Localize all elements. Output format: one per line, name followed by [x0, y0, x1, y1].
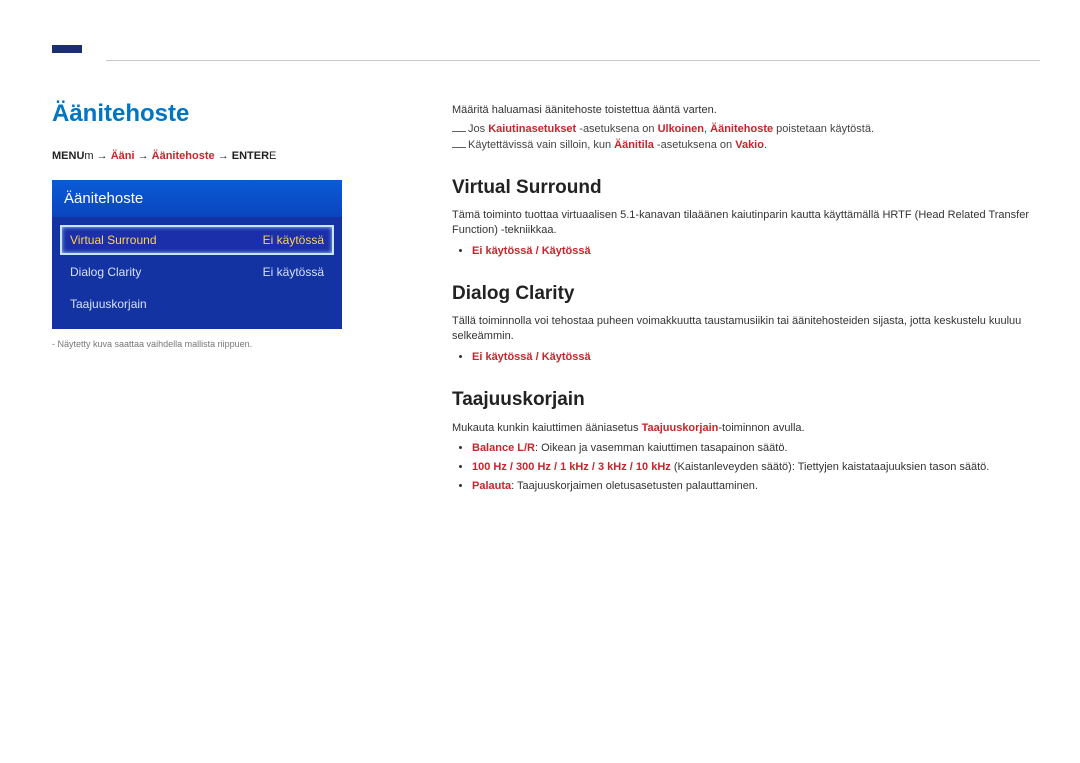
menu-row-dialog-clarity[interactable]: Dialog Clarity Ei käytössä [60, 257, 334, 287]
menu-row-label: Taajuuskorjain [70, 297, 147, 311]
breadcrumb-arrow3: → [218, 150, 232, 162]
note2-k2: Vakio [735, 139, 764, 151]
footnote-dash: - [52, 339, 55, 349]
eq-fs4: / [627, 461, 636, 473]
note2-k1: Äänitila [614, 139, 654, 151]
eq-f1: 100 Hz [472, 461, 507, 473]
eq-list: Balance L/R: Oikean ja vasemman kaiuttim… [464, 441, 1042, 494]
eq-para: Mukauta kunkin kaiuttimen ääniasetus Taa… [452, 421, 1042, 436]
eq-balance-key: Balance L/R [472, 442, 535, 454]
left-column: Äänitehoste MENUm → Ääni → Äänitehoste →… [52, 100, 352, 349]
vs-opt-on: Käytössä [542, 245, 591, 257]
eq-reset-key: Palauta [472, 480, 511, 492]
eq-fs2: / [551, 461, 560, 473]
eq-reset: Palauta: Taajuuskorjaimen oletusasetuste… [472, 479, 1042, 494]
osd-menu-panel: Äänitehoste Virtual Surround Ei käytössä… [52, 180, 342, 329]
breadcrumb-arrow2: → [138, 150, 152, 162]
breadcrumb-seg1: Ääni [111, 150, 135, 162]
dc-options: Ei käytössä / Käytössä [464, 350, 1042, 365]
eq-balance-txt: : Oikean ja vasemman kaiuttimen tasapain… [535, 442, 788, 454]
eq-para-post: -toiminnon avulla. [718, 422, 804, 434]
vs-opt-off: Ei käytössä [472, 245, 533, 257]
note1-mid1: -asetuksena on [576, 123, 657, 135]
breadcrumb-e: E [269, 150, 276, 162]
vs-opt-slash: / [533, 245, 542, 257]
header-accent [52, 45, 82, 53]
note1-k1: Kaiutinasetukset [488, 123, 576, 135]
eq-ftxt: (Kaistanleveyden säätö): Tiettyjen kaist… [671, 461, 990, 473]
eq-f3: 1 kHz [560, 461, 589, 473]
note1-post: poistetaan käytöstä. [773, 123, 874, 135]
eq-fs3: / [589, 461, 598, 473]
vs-options: Ei käytössä / Käytössä [464, 244, 1042, 259]
note2-pre: Käytettävissä vain silloin, kun [468, 139, 614, 151]
menu-row-value: Ei käytössä [263, 233, 324, 247]
left-footnote: - Näytetty kuva saattaa vaihdella mallis… [52, 339, 352, 349]
menu-row-label: Virtual Surround [70, 233, 157, 247]
note-1: ― Jos Kaiutinasetukset -asetuksena on Ul… [452, 122, 1042, 137]
note-2: ― Käytettävissä vain silloin, kun Ääniti… [452, 138, 1042, 153]
breadcrumb-m: m [84, 150, 93, 162]
dc-opt-on: Käytössä [542, 351, 591, 363]
menu-row-label: Dialog Clarity [70, 265, 141, 279]
menu-row-value: Ei käytössä [263, 265, 324, 279]
breadcrumb-menu: MENU [52, 150, 84, 162]
footnote-text: Näytetty kuva saattaa vaihdella mallista… [58, 339, 253, 349]
page-title: Äänitehoste [52, 100, 352, 128]
dc-option-line: Ei käytössä / Käytössä [472, 350, 1042, 365]
breadcrumb: MENUm → Ääni → Äänitehoste → ENTERE [52, 150, 352, 162]
eq-f2: 300 Hz [516, 461, 551, 473]
osd-menu-body: Virtual Surround Ei käytössä Dialog Clar… [52, 217, 342, 329]
vs-option-line: Ei käytössä / Käytössä [472, 244, 1042, 259]
menu-row-virtual-surround[interactable]: Virtual Surround Ei käytössä [60, 225, 334, 255]
header-rule [106, 60, 1040, 61]
section-heading-dialog-clarity: Dialog Clarity [452, 281, 1042, 307]
note2-post: . [764, 139, 767, 151]
eq-reset-txt: : Taajuuskorjaimen oletusasetusten palau… [511, 480, 758, 492]
menu-row-equalizer[interactable]: Taajuuskorjain [60, 289, 334, 319]
breadcrumb-enter: ENTER [232, 150, 269, 162]
intro-line: Määritä haluamasi äänitehoste toistettua… [452, 103, 1042, 118]
right-column: Määritä haluamasi äänitehoste toistettua… [452, 103, 1042, 498]
section-heading-equalizer: Taajuuskorjain [452, 387, 1042, 413]
eq-balance: Balance L/R: Oikean ja vasemman kaiuttim… [472, 441, 1042, 456]
breadcrumb-arrow: → [97, 150, 111, 162]
eq-f4: 3 kHz [598, 461, 627, 473]
page: Äänitehoste MENUm → Ääni → Äänitehoste →… [0, 0, 1080, 763]
section-heading-virtual-surround: Virtual Surround [452, 175, 1042, 201]
note1-k3: Äänitehoste [710, 123, 773, 135]
eq-f5: 10 kHz [636, 461, 671, 473]
osd-menu-header: Äänitehoste [52, 180, 342, 217]
dc-opt-off: Ei käytössä [472, 351, 533, 363]
note2-mid: -asetuksena on [654, 139, 735, 151]
vs-para: Tämä toiminto tuottaa virtuaalisen 5.1-k… [452, 208, 1042, 238]
eq-fs1: / [507, 461, 516, 473]
breadcrumb-seg2: Äänitehoste [152, 150, 215, 162]
note1-k2: Ulkoinen [658, 123, 704, 135]
note-dash-icon: ― [452, 123, 466, 137]
eq-para-key: Taajuuskorjain [642, 422, 719, 434]
note-dash-icon: ― [452, 139, 466, 153]
note1-pre: Jos [468, 123, 488, 135]
eq-freq: 100 Hz / 300 Hz / 1 kHz / 3 kHz / 10 kHz… [472, 460, 1042, 475]
dc-para: Tällä toiminnolla voi tehostaa puheen vo… [452, 314, 1042, 344]
dc-opt-slash: / [533, 351, 542, 363]
eq-para-pre: Mukauta kunkin kaiuttimen ääniasetus [452, 422, 642, 434]
